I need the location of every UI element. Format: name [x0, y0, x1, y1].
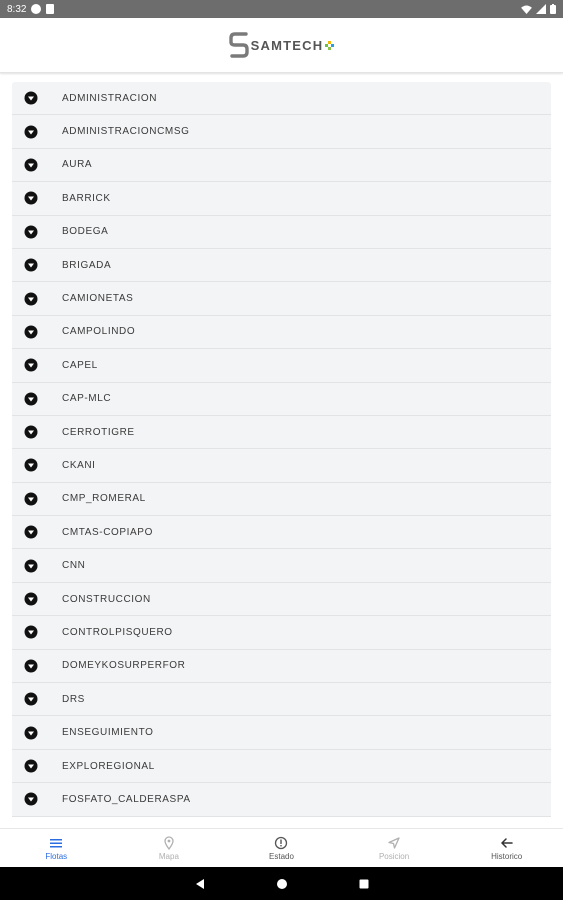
fleet-row[interactable]: ADMINISTRACIONCMSG: [12, 115, 551, 149]
chevron-down-circle-icon: [24, 625, 38, 639]
sim-card-icon: [46, 4, 55, 14]
fleet-row[interactable]: EXPLOREGIONAL: [12, 749, 551, 784]
fleet-row-label: CAMPOLINDO: [62, 326, 136, 338]
fleet-row[interactable]: DOMEYKOSURPERFOR: [12, 649, 551, 684]
signal-icon: [536, 4, 546, 14]
fleet-row[interactable]: AURA: [12, 148, 551, 183]
fleet-row-label: DRS: [62, 693, 85, 705]
nav-tab-label: Historico: [491, 852, 523, 861]
chevron-down-circle-icon: [24, 692, 38, 706]
wifi-icon: [521, 4, 532, 14]
fleet-row-label: BARRICK: [62, 192, 111, 204]
chevron-down-circle-icon: [24, 158, 38, 172]
chevron-down-circle-icon: [24, 191, 38, 205]
fleet-row[interactable]: BARRICK: [12, 182, 551, 216]
fleet-row[interactable]: CONSTRUCCION: [12, 582, 551, 617]
arrow-left-icon: [500, 838, 513, 848]
info-icon: [275, 836, 288, 850]
fleet-row[interactable]: CAPEL: [12, 349, 551, 383]
samtech-logo-mark-icon: [228, 32, 249, 58]
chevron-down-circle-icon: [24, 292, 38, 306]
fleet-row-label: CERROTIGRE: [62, 426, 135, 438]
nav-tab-posicion[interactable]: Posicion: [338, 829, 451, 868]
chevron-down-circle-icon: [24, 592, 38, 606]
chevron-down-circle-icon: [24, 492, 38, 506]
fleet-row-label: CONSTRUCCION: [62, 593, 151, 605]
nav-tab-estado[interactable]: Estado: [225, 829, 338, 868]
chevron-down-circle-icon: [24, 125, 38, 139]
fleet-row[interactable]: CAP-MLC: [12, 382, 551, 416]
map-pin-icon: [164, 836, 174, 850]
notification-icon: [31, 4, 42, 14]
chevron-down-circle-icon: [24, 225, 38, 239]
chevron-down-circle-icon: [24, 325, 38, 339]
fleet-row[interactable]: ENSEGUIMIENTO: [12, 716, 551, 750]
fleet-row[interactable]: CAMPOLINDO: [12, 315, 551, 350]
back-icon[interactable]: [194, 878, 206, 890]
recents-icon[interactable]: [358, 878, 370, 890]
fleet-row[interactable]: CKANI: [12, 449, 551, 483]
system-navigation-bar: [0, 867, 563, 900]
chevron-down-circle-icon: [24, 525, 38, 539]
chevron-down-circle-icon: [24, 559, 38, 573]
fleet-row-label: CNN: [62, 560, 86, 572]
status-bar: 8:32: [0, 0, 563, 18]
fleet-row-label: CAP-MLC: [62, 393, 112, 405]
brand-name: SAMTECH: [250, 37, 324, 53]
fleet-list: ADMINISTRACION ADMINISTRACIONCMSG AURA BARR…: [12, 82, 551, 828]
chevron-down-circle-icon: [24, 358, 38, 372]
chevron-down-circle-icon: [24, 392, 38, 406]
nav-tab-label: Posicion: [378, 852, 410, 861]
fleet-row-label: AURA: [62, 159, 93, 171]
fleet-row-label: CKANI: [62, 459, 96, 471]
fleet-row[interactable]: CAMIONETAS: [12, 282, 551, 316]
fleet-row[interactable]: BRIGADA: [12, 248, 551, 283]
chevron-down-circle-icon: [24, 91, 38, 105]
fleet-row-label: ADMINISTRACIONCMSG: [62, 126, 190, 138]
chevron-down-circle-icon: [24, 425, 38, 439]
fleet-row[interactable]: ADMINISTRACION: [12, 82, 551, 116]
fleet-row-label: CAMIONETAS: [62, 293, 134, 305]
status-time: 8:32: [7, 3, 27, 15]
fleet-row-label: CONTROLPISQUERO: [62, 626, 173, 638]
nav-tab-label: Estado: [269, 852, 294, 861]
fleet-row-label: EXPLOREGIONAL: [62, 760, 155, 772]
fleet-row-label: ENSEGUIMIENTO: [62, 727, 154, 739]
chevron-down-circle-icon: [24, 458, 38, 472]
fleet-row-label: CAPEL: [62, 359, 98, 371]
logo-pixel-icon: [325, 40, 335, 50]
chevron-down-circle-icon: [24, 726, 38, 740]
fleet-row[interactable]: CNN: [12, 549, 551, 583]
fleet-row-label: BRIGADA: [62, 259, 112, 271]
fleet-row[interactable]: CMTAS-COPIAPO: [12, 516, 551, 550]
nav-tab-label: Mapa: [158, 852, 179, 861]
fleet-row-label: BODEGA: [62, 226, 109, 238]
chevron-down-circle-icon: [24, 659, 38, 673]
nav-tab-label: Flotas: [45, 852, 68, 861]
fleet-row[interactable]: DRS: [12, 683, 551, 717]
fleet-row-label: ADMINISTRACION: [62, 92, 158, 104]
nav-tab-historico[interactable]: Historico: [450, 829, 563, 868]
fleet-row[interactable]: CONTROLPISQUERO: [12, 616, 551, 650]
chevron-down-circle-icon: [24, 759, 38, 773]
fleet-row-label: DOMEYKOSURPERFOR: [62, 660, 186, 672]
fleet-row[interactable]: CERROTIGRE: [12, 415, 551, 450]
chevron-down-circle-icon: [24, 792, 38, 806]
battery-icon: [550, 4, 556, 14]
nav-tab-flotas[interactable]: Flotas: [0, 829, 113, 868]
fleet-row-label: CMP_ROMERAL: [62, 493, 146, 505]
home-icon[interactable]: [276, 878, 288, 890]
fleet-row-label: CMTAS-COPIAPO: [62, 526, 153, 538]
nav-tab-mapa[interactable]: Mapa: [113, 829, 226, 868]
samtech-logo: SAMTECH: [228, 31, 335, 59]
app-header: SAMTECH: [0, 18, 563, 73]
fleet-row[interactable]: BODEGA: [12, 215, 551, 249]
fleet-row-label: FOSFATO_CALDERASPA: [62, 793, 191, 805]
fleet-row[interactable]: FOSFATO_CALDERASPA: [12, 783, 551, 817]
list-icon: [50, 839, 63, 848]
chevron-down-circle-icon: [24, 258, 38, 272]
bottom-navigation: Flotas Mapa Estado Posicion Historico: [0, 828, 563, 868]
fleet-row[interactable]: CMP_ROMERAL: [12, 482, 551, 517]
navigation-icon: [388, 837, 400, 849]
